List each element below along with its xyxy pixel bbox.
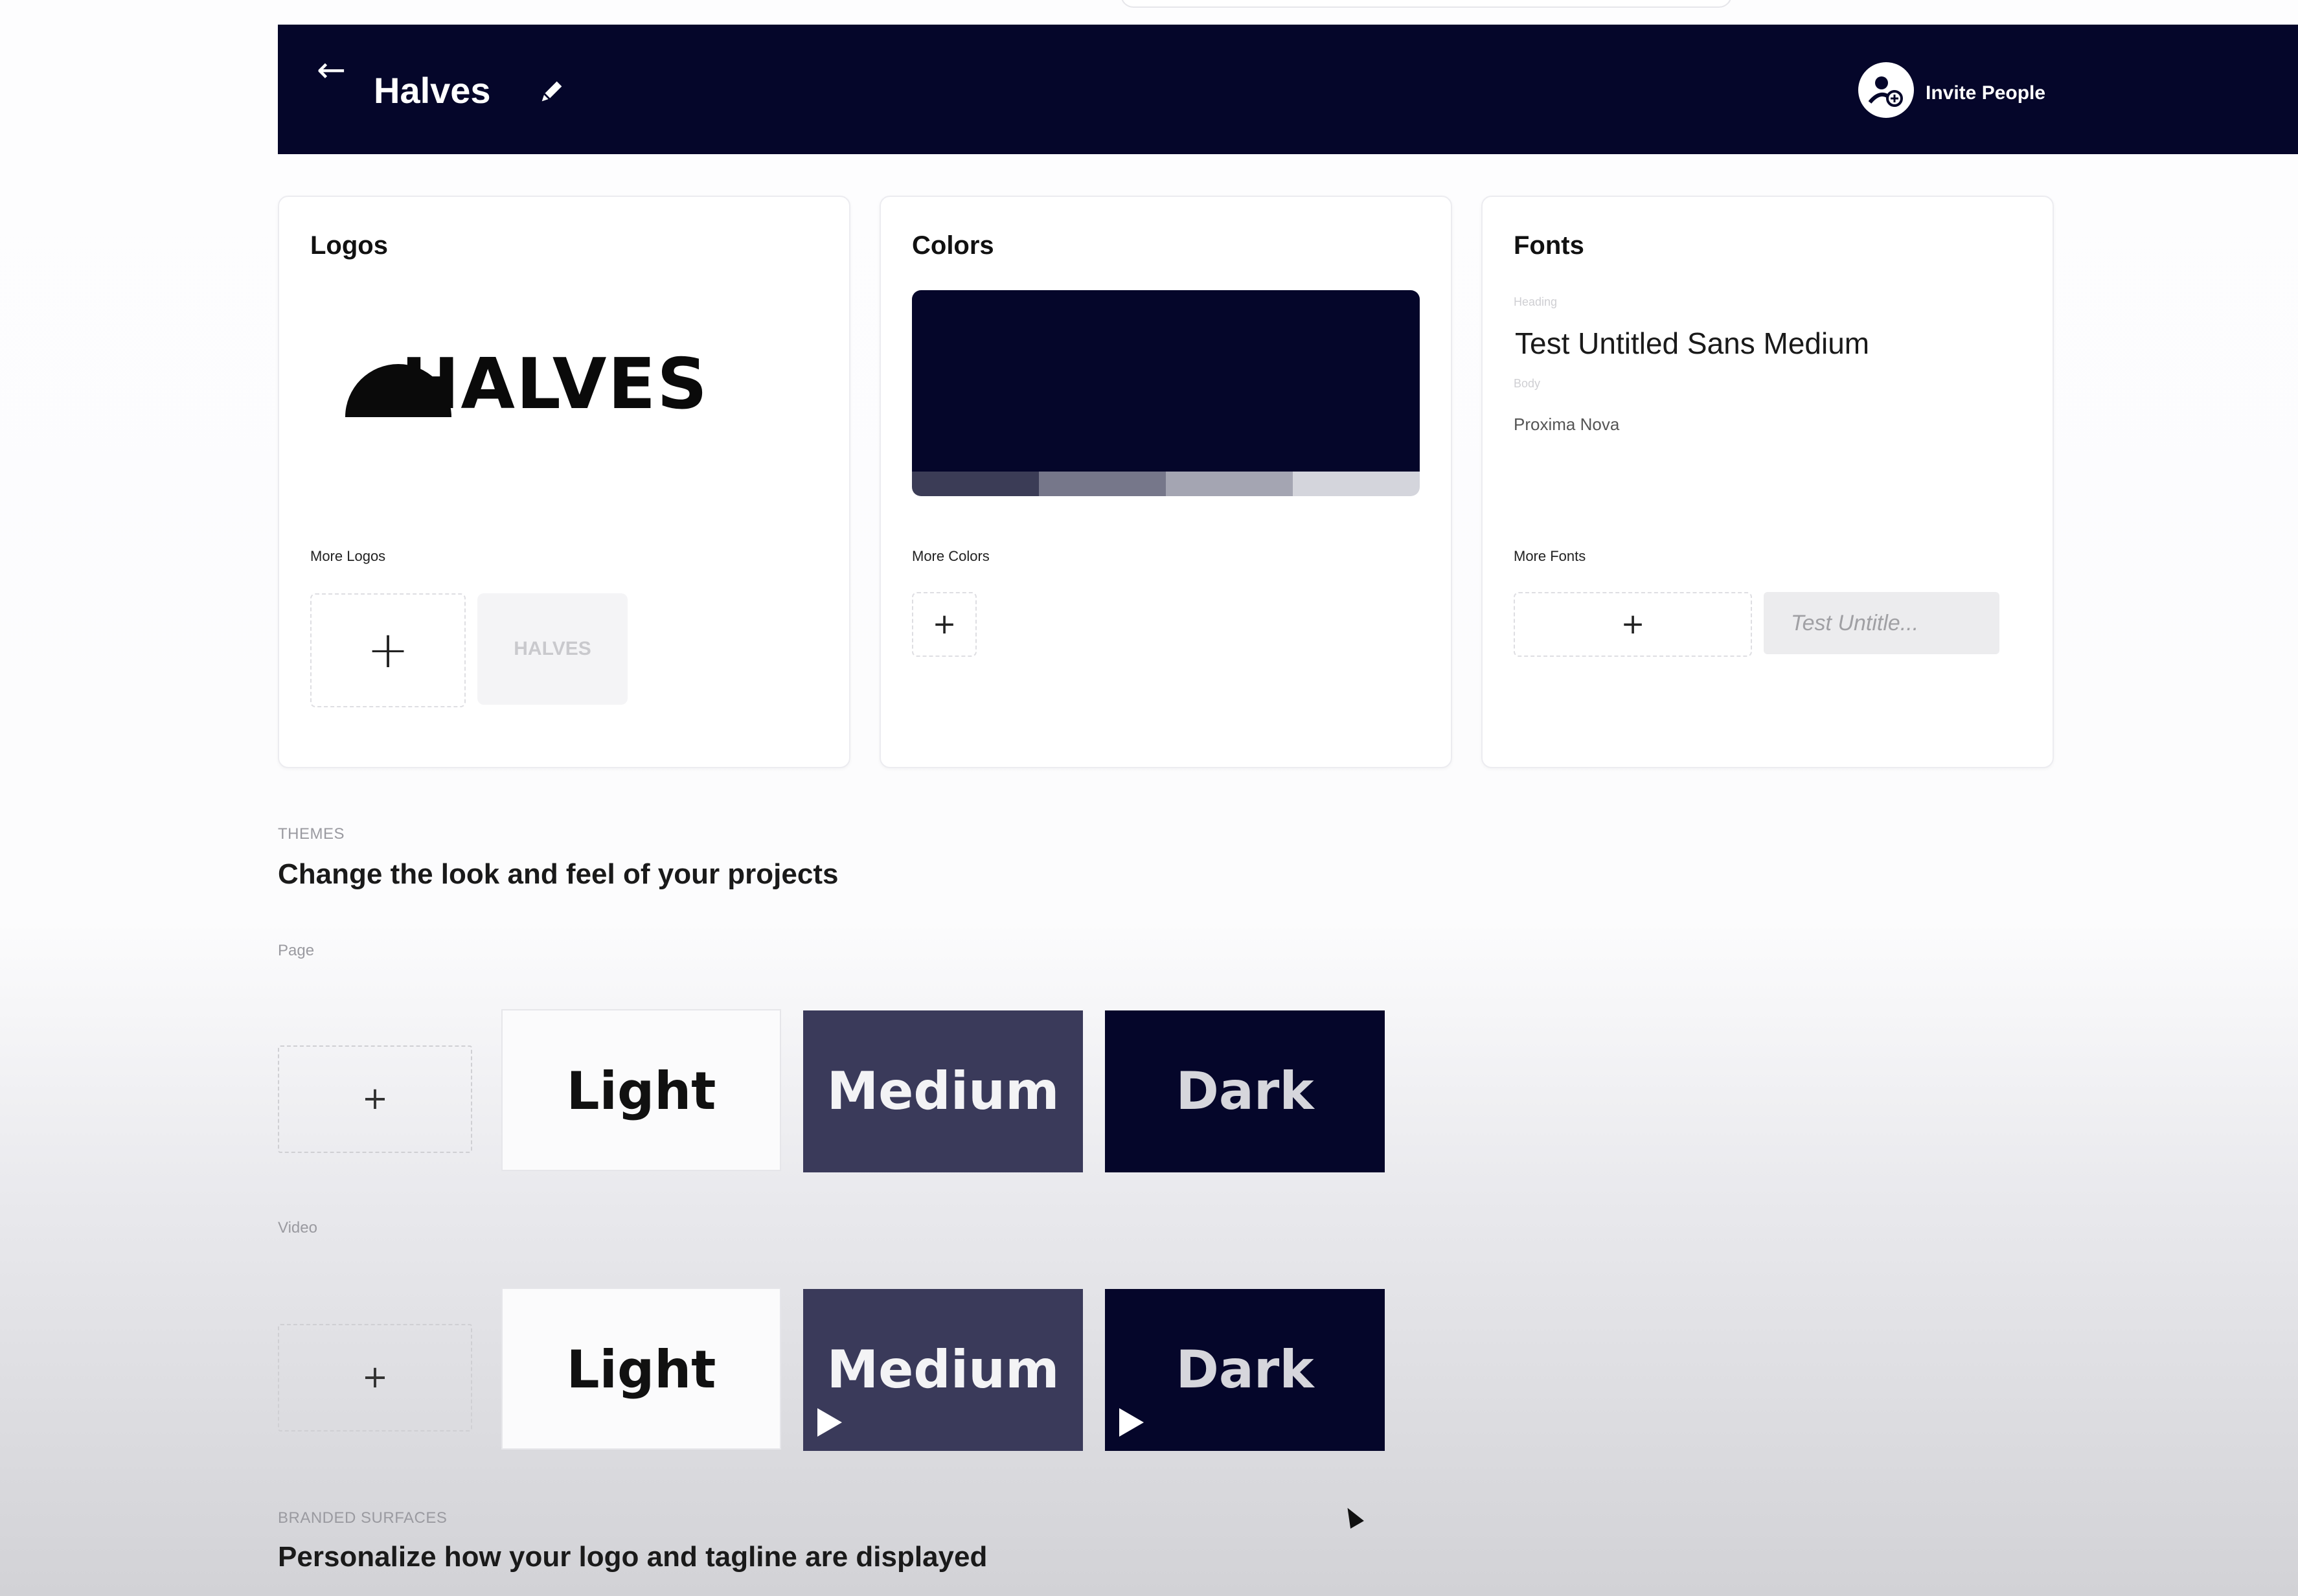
add-page-theme-button[interactable]: + [278, 1045, 472, 1153]
heading-font-name: Test Untitled Sans Medium [1515, 326, 1870, 360]
add-person-icon [1868, 76, 1903, 107]
themes-heading: Change the look and feel of your project… [278, 858, 839, 890]
video-theme-medium[interactable]: Medium [803, 1289, 1083, 1451]
colors-title: Colors [912, 231, 994, 260]
plus-icon: + [361, 1359, 389, 1395]
top-strip [1121, 0, 1732, 8]
video-theme-dark-label: Dark [1176, 1340, 1314, 1400]
page-theme-medium[interactable]: Medium [803, 1010, 1083, 1172]
arrow-left-icon[interactable]: ← [317, 51, 356, 89]
branded-surfaces-heading: Personalize how your logo and tagline ar… [278, 1541, 988, 1573]
plus-icon: + [932, 608, 957, 641]
plus-icon: + [367, 621, 409, 679]
logo-thumbnail[interactable]: HALVES [477, 593, 628, 705]
color-palette-row [912, 472, 1420, 496]
logos-title: Logos [310, 231, 388, 260]
video-theme-dark[interactable]: Dark [1105, 1289, 1385, 1451]
add-logo-button[interactable]: + [310, 593, 466, 707]
branded-surfaces-label: BRANDED SURFACES [278, 1509, 448, 1527]
fonts-title: Fonts [1514, 231, 1584, 260]
themes-section-label: THEMES [278, 825, 345, 843]
colors-card: Colors More Colors + [880, 196, 1452, 768]
video-theme-medium-label: Medium [826, 1340, 1060, 1400]
page-theme-dark[interactable]: Dark [1105, 1010, 1385, 1172]
palette-swatch[interactable] [1293, 472, 1420, 496]
page-theme-label: Page [278, 942, 315, 959]
app-header: ← Halves Invite People [278, 25, 2298, 154]
more-fonts-label: More Fonts [1514, 548, 1586, 564]
play-icon [817, 1408, 842, 1437]
pencil-icon[interactable] [537, 76, 567, 106]
palette-swatch[interactable] [1039, 472, 1166, 496]
palette-swatch[interactable] [912, 472, 1039, 496]
add-video-theme-button[interactable]: + [278, 1324, 472, 1431]
heading-label: Heading [1514, 295, 1558, 308]
play-icon [1119, 1408, 1144, 1437]
font-thumbnail[interactable]: Test Untitle... [1764, 592, 1999, 654]
primary-color-swatch[interactable] [912, 290, 1420, 472]
add-font-button[interactable]: + [1514, 592, 1752, 657]
video-theme-light[interactable]: Light [501, 1288, 781, 1450]
plus-icon: + [361, 1080, 389, 1117]
invite-button[interactable] [1858, 62, 1914, 118]
invite-label[interactable]: Invite People [1926, 80, 2045, 106]
video-theme-light-label: Light [566, 1340, 716, 1400]
fonts-card: Fonts Heading Test Untitled Sans Medium … [1481, 196, 2054, 768]
mouse-cursor-icon [1341, 1504, 1364, 1529]
page-theme-light[interactable]: Light [501, 1009, 781, 1171]
more-colors-label: More Colors [912, 548, 990, 564]
body-label: Body [1514, 377, 1541, 390]
page-title: Halves [374, 70, 491, 111]
video-theme-label: Video [278, 1219, 317, 1237]
body-font-name: Proxima Nova [1514, 415, 1620, 434]
add-color-button[interactable]: + [912, 592, 977, 657]
more-logos-label: More Logos [310, 548, 386, 564]
logos-card: Logos HALVES More Logos + HALVES [278, 196, 850, 768]
halves-logo-text: HALVES [401, 344, 709, 425]
palette-swatch[interactable] [1166, 472, 1293, 496]
plus-icon: + [1621, 608, 1645, 641]
